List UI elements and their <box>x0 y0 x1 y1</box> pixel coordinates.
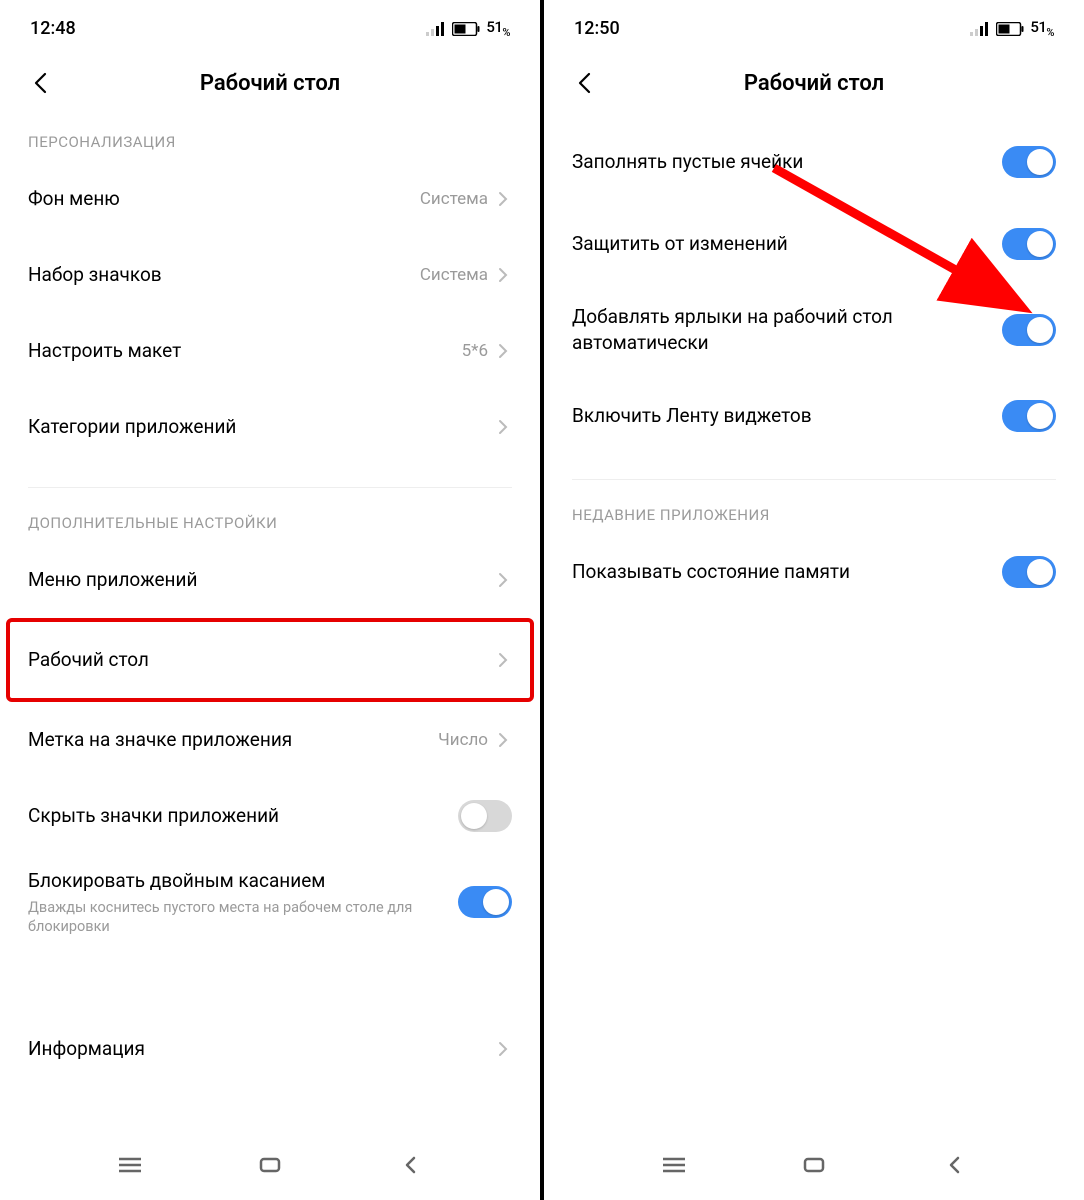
phone-right: 12:50 51% Рабочий стол Заполнять пустые … <box>544 0 1084 1200</box>
status-time: 12:48 <box>30 18 76 39</box>
row-icon-pack[interactable]: Набор значков Система <box>28 237 512 313</box>
row-label: Информация <box>28 1036 494 1062</box>
row-layout[interactable]: Настроить макет 5*6 <box>28 313 512 389</box>
toggle-show-memory[interactable] <box>1002 556 1056 588</box>
row-value: Число <box>438 730 488 750</box>
page-title: Рабочий стол <box>570 71 1058 96</box>
highlight-box: Рабочий стол <box>6 618 534 702</box>
row-hide-app-icons[interactable]: Скрыть значки приложений <box>28 778 512 854</box>
toggle-hide-icons[interactable] <box>458 800 512 832</box>
row-label: Добавлять ярлыки на рабочий стол автомат… <box>572 304 932 355</box>
row-value: Система <box>420 189 488 209</box>
chevron-right-icon <box>494 342 512 360</box>
row-label: Включить Ленту виджетов <box>572 403 1002 429</box>
row-sublabel: Дважды коснитесь пустого места на рабоче… <box>28 898 458 937</box>
nav-bar <box>544 1140 1084 1200</box>
row-label: Метка на значке приложения <box>28 727 438 753</box>
row-protect-changes[interactable]: Защитить от изменений <box>572 203 1056 285</box>
row-label: Рабочий стол <box>28 647 494 673</box>
status-bar: 12:50 51% <box>544 0 1084 49</box>
row-show-memory[interactable]: Показывать состояние памяти <box>572 534 1056 610</box>
toggle-auto-shortcuts[interactable] <box>1002 314 1056 346</box>
row-auto-add-shortcuts[interactable]: Добавлять ярлыки на рабочий стол автомат… <box>572 285 1056 375</box>
status-bar: 12:48 51% <box>0 0 540 49</box>
row-label: Заполнять пустые ячейки <box>572 149 1002 175</box>
signal-icon <box>970 22 990 36</box>
chevron-right-icon <box>494 266 512 284</box>
phone-left: 12:48 51% Рабочий стол ПЕРСОНАЛИЗАЦИЯ Фо… <box>0 0 540 1200</box>
row-label: Блокировать двойным касанием <box>28 868 458 894</box>
section-divider <box>28 487 512 488</box>
chevron-right-icon <box>494 651 512 669</box>
row-label: Настроить макет <box>28 338 462 364</box>
battery-percent: 51% <box>486 18 510 39</box>
chevron-right-icon <box>494 418 512 436</box>
nav-back-button[interactable] <box>934 1145 974 1185</box>
status-right: 51% <box>970 18 1054 39</box>
header: Рабочий стол <box>0 49 540 121</box>
header: Рабочий стол <box>544 49 1084 121</box>
row-desktop[interactable]: Рабочий стол <box>28 622 512 698</box>
chevron-right-icon <box>494 1040 512 1058</box>
toggle-protect[interactable] <box>1002 228 1056 260</box>
row-label: Показывать состояние памяти <box>572 559 1002 585</box>
row-lock-double-tap[interactable]: Блокировать двойным касанием Дважды косн… <box>28 854 512 951</box>
toggle-fill-empty[interactable] <box>1002 146 1056 178</box>
battery-percent: 51% <box>1030 18 1054 39</box>
row-label: Защитить от изменений <box>572 231 1002 257</box>
row-label: Скрыть значки приложений <box>28 803 458 829</box>
row-label: Фон меню <box>28 186 420 212</box>
row-value: Система <box>420 265 488 285</box>
content-left: ПЕРСОНАЛИЗАЦИЯ Фон меню Система Набор зн… <box>0 121 540 1140</box>
chevron-right-icon <box>494 731 512 749</box>
section-divider <box>572 479 1056 480</box>
battery-icon <box>452 22 480 36</box>
chevron-right-icon <box>494 190 512 208</box>
chevron-right-icon <box>494 571 512 589</box>
section-recent-header: НЕДАВНИЕ ПРИЛОЖЕНИЯ <box>572 490 1056 534</box>
toggle-widget-feed[interactable] <box>1002 400 1056 432</box>
toggle-lock-doubletap[interactable] <box>458 886 512 918</box>
row-menu-background[interactable]: Фон меню Система <box>28 161 512 237</box>
row-information[interactable]: Информация <box>28 1011 512 1087</box>
status-right: 51% <box>426 18 510 39</box>
status-time: 12:50 <box>574 18 620 39</box>
row-app-menu[interactable]: Меню приложений <box>28 542 512 618</box>
section-personalization-header: ПЕРСОНАЛИЗАЦИЯ <box>28 121 512 161</box>
row-widget-feed[interactable]: Включить Ленту виджетов <box>572 375 1056 457</box>
page-title: Рабочий стол <box>26 71 514 96</box>
nav-recents-button[interactable] <box>110 1145 150 1185</box>
section-additional-header: ДОПОЛНИТЕЛЬНЫЕ НАСТРОЙКИ <box>28 498 512 542</box>
row-label: Меню приложений <box>28 567 494 593</box>
row-app-categories[interactable]: Категории приложений <box>28 389 512 465</box>
battery-icon <box>996 22 1024 36</box>
signal-icon <box>426 22 446 36</box>
nav-back-button[interactable] <box>390 1145 430 1185</box>
row-fill-empty-cells[interactable]: Заполнять пустые ячейки <box>572 121 1056 203</box>
content-right: Заполнять пустые ячейки Защитить от изме… <box>544 121 1084 1140</box>
row-value: 5*6 <box>462 341 488 361</box>
row-label: Набор значков <box>28 262 420 288</box>
nav-recents-button[interactable] <box>654 1145 694 1185</box>
row-label: Категории приложений <box>28 414 494 440</box>
row-icon-badge[interactable]: Метка на значке приложения Число <box>28 702 512 778</box>
nav-home-button[interactable] <box>794 1145 834 1185</box>
nav-bar <box>0 1140 540 1200</box>
nav-home-button[interactable] <box>250 1145 290 1185</box>
